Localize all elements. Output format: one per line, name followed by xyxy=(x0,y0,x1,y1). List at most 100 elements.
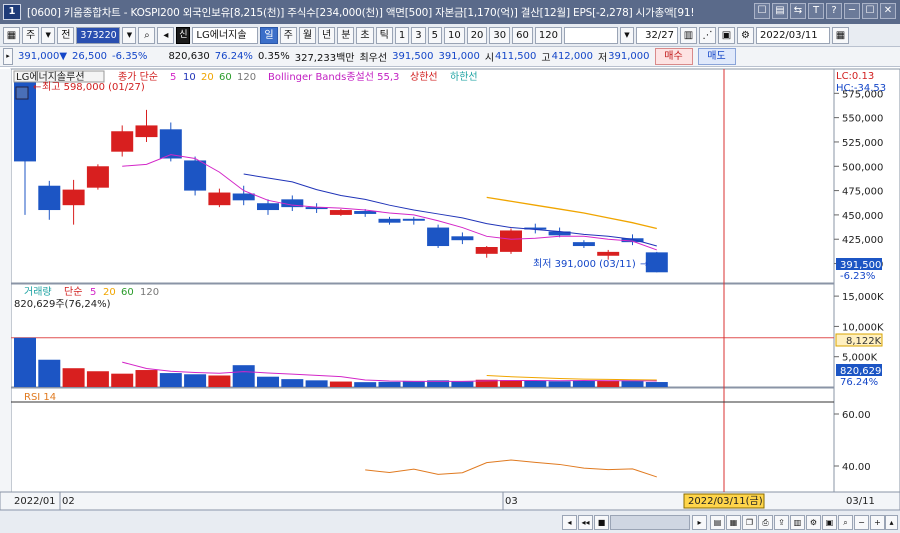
minute-option-30[interactable]: 30 xyxy=(489,26,511,44)
window-text-icon[interactable]: T xyxy=(808,3,824,19)
scroll-bar[interactable]: ◂ ◂◂ ■ ▸ ▤ ▦ ❐ ⎙ ⇪ ▥ ⚙ ▣ ⌕ − + ▴ xyxy=(0,510,900,533)
minute-option-3[interactable]: 3 xyxy=(411,26,426,44)
volume-bar xyxy=(572,380,595,387)
window-title: [0600] 키움종합차트 - KOSPI200 외국인보유[8,215(천)]… xyxy=(27,6,695,19)
interval-input[interactable] xyxy=(563,26,618,44)
indicator-icon[interactable]: ▥ xyxy=(790,515,805,530)
date-input[interactable]: 2022/03/11 xyxy=(755,26,830,44)
print-icon[interactable]: ⎙ xyxy=(758,515,773,530)
scroll-first-icon[interactable]: ◂ xyxy=(562,515,577,530)
volume-current-pct: 76.24% xyxy=(840,377,878,388)
minute-option-10[interactable]: 10 xyxy=(443,26,465,44)
window-menu-icon[interactable]: ▤ xyxy=(772,3,788,19)
best-bid: 391,000 xyxy=(438,51,480,62)
price-tick-label: 475,000 xyxy=(842,187,883,198)
volume-bar xyxy=(524,380,547,387)
export-icon[interactable]: ⇪ xyxy=(774,515,789,530)
sell-button[interactable]: 매도 xyxy=(697,48,736,65)
open-label: 시 xyxy=(484,53,495,64)
info-icon[interactable]: ▣ xyxy=(822,515,837,530)
panel-menu-icon[interactable] xyxy=(15,86,29,100)
tab-period-minute[interactable]: 분 xyxy=(337,26,355,44)
tab-period-day[interactable]: 일 xyxy=(260,26,278,44)
candle-body xyxy=(232,193,255,201)
minute-option-5[interactable]: 5 xyxy=(427,26,442,44)
close-button[interactable]: ✕ xyxy=(880,3,896,19)
chart-area[interactable]: LG에너지솔루션 종가 단순 5 10 20 60 120 Bollinger … xyxy=(0,67,900,511)
min-price-note: 최저 391,000 (03/11) xyxy=(533,258,636,270)
current-price-tag-label: 391,500 xyxy=(840,260,881,271)
best-ask-label: 최우선 xyxy=(359,53,388,64)
minimize-button[interactable]: ─ xyxy=(844,3,860,19)
help-icon[interactable]: ? xyxy=(826,3,842,19)
minute-option-20[interactable]: 20 xyxy=(466,26,488,44)
volume-bar xyxy=(378,381,401,387)
quote-menu-icon[interactable]: ▸ xyxy=(3,48,13,65)
current-price-pct: -6.23% xyxy=(840,271,875,282)
volume-bar xyxy=(208,375,231,387)
period-main-select[interactable]: 주 xyxy=(22,26,40,44)
zoom-icon[interactable]: ⌕ xyxy=(838,515,853,530)
interval-dropdown-icon[interactable]: ▼ xyxy=(619,26,634,44)
minute-option-120[interactable]: 120 xyxy=(534,26,562,44)
stop-icon[interactable]: ■ xyxy=(594,515,609,530)
tab-period-year[interactable]: 년 xyxy=(318,26,336,44)
volume-bar xyxy=(184,374,207,387)
gear-icon[interactable]: ⚙ xyxy=(736,26,754,44)
copy-icon[interactable]: ❐ xyxy=(742,515,757,530)
calendar-icon[interactable]: ▦ xyxy=(831,26,849,44)
minute-option-60[interactable]: 60 xyxy=(512,26,533,44)
volume-bar xyxy=(159,373,182,387)
price-legend-ma10: 10 xyxy=(183,72,196,83)
arrow-up-icon[interactable]: ▴ xyxy=(885,515,898,530)
zoom-in-icon[interactable]: + xyxy=(870,515,885,530)
rsi-legend: RSI 14 xyxy=(24,392,56,403)
candle-body xyxy=(378,218,401,223)
candle-body xyxy=(86,166,109,188)
scroll-prev-icon[interactable]: ◂◂ xyxy=(578,515,593,530)
data-count-field[interactable]: 32/27 xyxy=(635,26,678,44)
stock-mark-badge: 신 xyxy=(176,26,191,44)
tab-period-week[interactable]: 주 xyxy=(279,26,297,44)
stock-chart-svg[interactable]: LG에너지솔루션 종가 단순 5 10 20 60 120 Bollinger … xyxy=(0,67,900,511)
max-price-note: 최고 598,000 (01/27) xyxy=(42,81,145,93)
window-number[interactable]: 1 xyxy=(3,4,21,20)
minute-option-1[interactable]: 1 xyxy=(394,26,410,44)
period-sel-select[interactable]: 전 xyxy=(57,26,75,44)
settings-icon[interactable]: ⚙ xyxy=(806,515,821,530)
volume-panel[interactable] xyxy=(10,283,835,388)
price-panel[interactable] xyxy=(10,68,835,284)
prev-stock-icon[interactable]: ◂ xyxy=(157,26,175,44)
volume-bar xyxy=(597,380,620,387)
stock-code-input[interactable]: 373220 xyxy=(76,26,121,44)
scroll-thumb[interactable] xyxy=(610,515,690,530)
stock-name-field[interactable]: LG에너지솔 xyxy=(192,26,259,44)
volume-bar xyxy=(305,380,328,387)
maximize-button[interactable]: ☐ xyxy=(862,3,878,19)
chevron-down-icon[interactable]: ▼ xyxy=(41,26,56,44)
buy-button[interactable]: 매수 xyxy=(654,48,693,65)
layout-icon[interactable]: ▤ xyxy=(710,515,725,530)
tab-period-month[interactable]: 월 xyxy=(298,26,317,44)
grid-icon[interactable]: ▦ xyxy=(3,26,20,44)
line-chart-icon[interactable]: ⋰ xyxy=(698,26,716,44)
rsi-tick-label: 40.00 xyxy=(842,462,871,473)
tab-period-tick[interactable]: 틱 xyxy=(375,26,393,44)
search-icon[interactable]: ⌕ xyxy=(138,26,156,44)
volume-bar xyxy=(257,376,279,387)
candle-body xyxy=(111,131,134,152)
tab-period-second[interactable]: 초 xyxy=(356,26,374,44)
save-icon[interactable]: ▣ xyxy=(717,26,735,44)
zoom-out-icon[interactable]: − xyxy=(854,515,869,530)
scroll-next-icon[interactable]: ▸ xyxy=(692,515,707,530)
rsi-panel[interactable] xyxy=(10,387,835,493)
window-link-icon[interactable]: ⇆ xyxy=(790,3,806,19)
candle-body xyxy=(257,203,279,211)
volume-bar xyxy=(548,381,571,387)
volume-legend-ma5: 5 xyxy=(90,287,96,298)
table-icon[interactable]: ▦ xyxy=(726,515,741,530)
volume-bar xyxy=(14,337,36,387)
window-layout-icon[interactable]: ☐ xyxy=(754,3,770,19)
bar-chart-icon[interactable]: ▥ xyxy=(679,26,697,44)
code-dropdown-icon[interactable]: ▼ xyxy=(122,26,137,44)
